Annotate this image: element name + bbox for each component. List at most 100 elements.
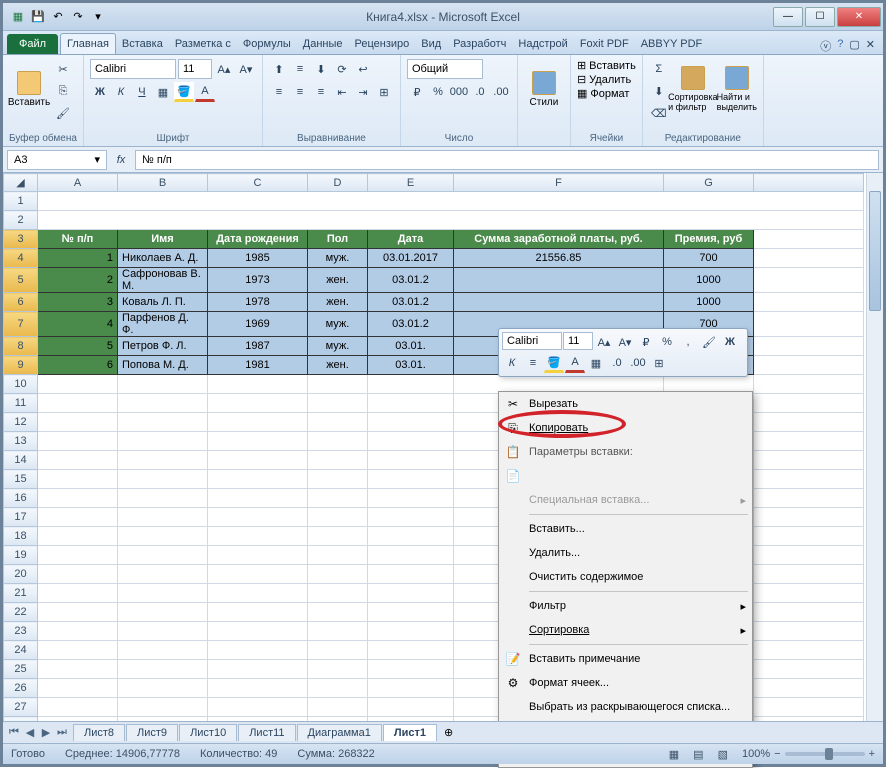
- table-cell[interactable]: 1973: [208, 268, 308, 293]
- col-header[interactable]: G: [664, 174, 754, 192]
- table-cell[interactable]: 1987: [208, 337, 308, 356]
- percent-icon[interactable]: %: [428, 82, 448, 102]
- table-cell[interactable]: 1000: [664, 268, 754, 293]
- row-header[interactable]: 22: [4, 603, 38, 622]
- table-cell[interactable]: 1978: [208, 293, 308, 312]
- autosum-icon[interactable]: Σ: [649, 59, 669, 79]
- row-header[interactable]: 10: [4, 375, 38, 394]
- redo-icon[interactable]: ↷: [69, 8, 87, 26]
- bold-button[interactable]: Ж: [90, 82, 110, 102]
- row-header[interactable]: 14: [4, 451, 38, 470]
- ctx-filter[interactable]: Фильтр▸: [499, 594, 752, 618]
- row-header[interactable]: 18: [4, 527, 38, 546]
- row-header[interactable]: 16: [4, 489, 38, 508]
- table-cell[interactable]: жен.: [308, 293, 368, 312]
- tab-abbyy[interactable]: ABBYY PDF: [635, 34, 709, 54]
- zoom-in-icon[interactable]: +: [869, 748, 875, 760]
- align-bottom-icon[interactable]: ⬇: [311, 59, 331, 79]
- ctx-cut[interactable]: ✂Вырезать: [499, 392, 752, 416]
- sheet-tab-active[interactable]: Лист1: [383, 724, 437, 741]
- table-cell[interactable]: 2: [38, 268, 118, 293]
- find-select-button[interactable]: Найти и выделить: [717, 59, 757, 119]
- orientation-icon[interactable]: ⟳: [332, 59, 352, 79]
- ctx-comment[interactable]: 📝Вставить примечание: [499, 647, 752, 671]
- fx-icon[interactable]: fx: [111, 150, 131, 170]
- zoom-slider[interactable]: [785, 752, 865, 756]
- tab-review[interactable]: Рецензиро: [349, 34, 416, 54]
- table-cell[interactable]: 03.01.2: [368, 312, 454, 337]
- table-cell[interactable]: 03.01.2: [368, 268, 454, 293]
- row-header[interactable]: 13: [4, 432, 38, 451]
- zoom-level[interactable]: 100%: [742, 748, 770, 760]
- align-right-icon[interactable]: ≡: [311, 82, 331, 102]
- mini-percent-icon[interactable]: %: [657, 332, 677, 352]
- sheet-tab[interactable]: Лист8: [73, 724, 125, 741]
- increase-indent-icon[interactable]: ⇥: [353, 82, 373, 102]
- name-box[interactable]: A3▾: [7, 150, 107, 170]
- ctx-dropdown-list[interactable]: Выбрать из раскрывающегося списка...: [499, 695, 752, 719]
- table-cell[interactable]: 03.01.2017: [368, 249, 454, 268]
- increase-decimal-icon[interactable]: .0: [470, 82, 490, 102]
- table-cell[interactable]: Коваль Л. П.: [118, 293, 208, 312]
- maximize-button[interactable]: ☐: [805, 7, 835, 27]
- table-cell[interactable]: 1985: [208, 249, 308, 268]
- table-header[interactable]: Дата рождения: [208, 230, 308, 249]
- row-header[interactable]: 20: [4, 565, 38, 584]
- mini-align-icon[interactable]: ≡: [523, 353, 543, 373]
- sheet-nav-next-icon[interactable]: ▶: [39, 726, 53, 739]
- row-header[interactable]: 6: [4, 293, 38, 312]
- insert-cells-icon[interactable]: ⊞: [577, 59, 586, 72]
- format-painter-icon[interactable]: 🖌: [53, 103, 73, 123]
- table-header[interactable]: № п/п: [38, 230, 118, 249]
- mini-dec-decimal-icon[interactable]: .00: [628, 353, 648, 373]
- row-header[interactable]: 21: [4, 584, 38, 603]
- view-layout-icon[interactable]: ▤: [693, 748, 703, 761]
- clear-icon[interactable]: ⌫: [649, 103, 669, 123]
- ctx-sort[interactable]: Сортировка▸: [499, 618, 752, 642]
- fill-icon[interactable]: ⬇: [649, 81, 669, 101]
- tab-data[interactable]: Данные: [297, 34, 349, 54]
- align-top-icon[interactable]: ⬆: [269, 59, 289, 79]
- restore-window-icon[interactable]: ▢: [849, 38, 859, 54]
- ctx-format-cells[interactable]: ⚙Формат ячеек...: [499, 671, 752, 695]
- row-header[interactable]: 2: [4, 211, 38, 230]
- tab-foxit[interactable]: Foxit PDF: [574, 34, 635, 54]
- tab-insert[interactable]: Вставка: [116, 34, 169, 54]
- table-cell[interactable]: муж.: [308, 312, 368, 337]
- styles-button[interactable]: Стили: [524, 59, 564, 119]
- mini-currency-icon[interactable]: ₽: [636, 332, 656, 352]
- table-cell[interactable]: [454, 293, 664, 312]
- ctx-delete[interactable]: Удалить...: [499, 541, 752, 565]
- copy-icon[interactable]: ⎘: [53, 81, 73, 101]
- ctx-copy[interactable]: ⎘Копировать: [499, 416, 752, 440]
- font-size-combo[interactable]: 11: [178, 59, 212, 79]
- currency-icon[interactable]: ₽: [407, 82, 427, 102]
- sheet-nav-first-icon[interactable]: ⏮: [7, 726, 21, 739]
- row-header[interactable]: 26: [4, 679, 38, 698]
- decrease-decimal-icon[interactable]: .00: [491, 82, 511, 102]
- col-header[interactable]: [754, 174, 864, 192]
- merge-icon[interactable]: ⊞: [374, 82, 394, 102]
- row-header[interactable]: 24: [4, 641, 38, 660]
- col-header[interactable]: F: [454, 174, 664, 192]
- format-cells-icon[interactable]: ▦: [577, 87, 587, 100]
- table-cell[interactable]: 03.01.: [368, 337, 454, 356]
- file-tab[interactable]: Файл: [7, 34, 58, 54]
- view-pagebreak-icon[interactable]: ▧: [718, 748, 728, 761]
- table-cell[interactable]: 1: [38, 249, 118, 268]
- col-header[interactable]: A: [38, 174, 118, 192]
- mini-format-painter-icon[interactable]: 🖌: [699, 332, 719, 352]
- mini-decrease-font-icon[interactable]: A▾: [615, 332, 635, 352]
- row-header[interactable]: 23: [4, 622, 38, 641]
- sort-filter-button[interactable]: Сортировка и фильтр: [673, 59, 713, 119]
- ctx-clear[interactable]: Очистить содержимое: [499, 565, 752, 589]
- undo-icon[interactable]: ↶: [49, 8, 67, 26]
- table-cell[interactable]: 3: [38, 293, 118, 312]
- row-header[interactable]: 25: [4, 660, 38, 679]
- cut-icon[interactable]: ✂: [53, 59, 73, 79]
- number-format-combo[interactable]: Общий: [407, 59, 483, 79]
- ctx-insert[interactable]: Вставить...: [499, 517, 752, 541]
- table-cell[interactable]: Сафроновав В. М.: [118, 268, 208, 293]
- mini-border-icon[interactable]: ▦: [586, 353, 606, 373]
- sheet-tab[interactable]: Лист11: [238, 724, 295, 741]
